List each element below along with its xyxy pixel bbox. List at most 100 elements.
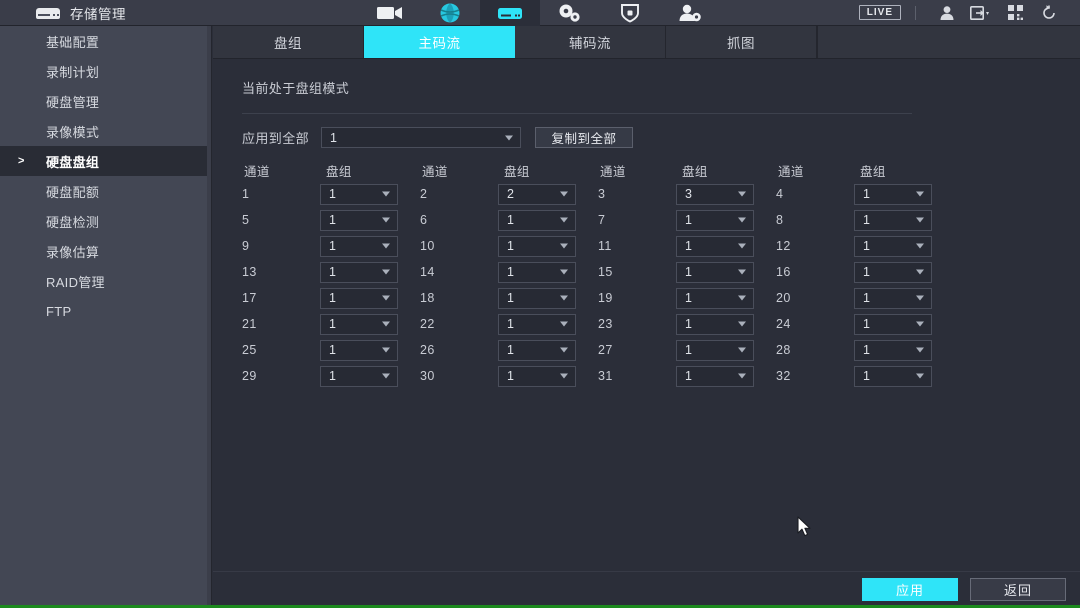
divider (915, 5, 916, 20)
chevron-down-icon (382, 321, 390, 327)
chevron-down-icon (382, 373, 390, 379)
channel-number: 5 (242, 213, 250, 227)
disk-group-select[interactable]: 1 (498, 287, 576, 309)
disk-group-panel: 当前处于盘组模式 应用到全部 1 复制到全部 通道 盘组 通道 盘组 通道 盘组… (213, 78, 1080, 389)
disk-group-cell: 1 (320, 209, 420, 231)
chevron-down-icon (916, 373, 924, 379)
disk-group-cell: 1 (498, 209, 598, 231)
disk-group-select[interactable]: 1 (498, 235, 576, 257)
sidebar-item-basic-config[interactable]: 基础配置 (0, 26, 211, 56)
disk-group-select[interactable]: 1 (320, 365, 398, 387)
tab-disk-group[interactable]: 盘组 (213, 26, 364, 58)
disk-group-value: 1 (329, 265, 336, 279)
sidebar-item-record-schedule[interactable]: 录制计划 (0, 56, 211, 86)
chevron-right-icon: > (18, 155, 25, 167)
chevron-down-icon (382, 217, 390, 223)
sidebar-item-disk-manager[interactable]: 硬盘管理 (0, 86, 211, 116)
channel-number: 10 (420, 239, 435, 253)
disk-group-value: 1 (507, 239, 514, 253)
disk-group-select[interactable]: 1 (498, 261, 576, 283)
disk-group-select[interactable]: 2 (498, 183, 576, 205)
sidebar-item-record-mode[interactable]: 录像模式 (0, 116, 211, 146)
disk-group-select[interactable]: 1 (498, 339, 576, 361)
qr-code-icon[interactable] (998, 0, 1032, 26)
disk-group-select[interactable]: 1 (320, 313, 398, 335)
channel-number: 9 (242, 239, 250, 253)
disk-group-select[interactable]: 1 (676, 365, 754, 387)
apply-to-all-select[interactable]: 1 (321, 127, 522, 148)
disk-group-select[interactable]: 1 (854, 261, 932, 283)
tab-bar: 盘组 主码流 辅码流 抓图 (213, 26, 1080, 59)
disk-group-select[interactable]: 1 (676, 261, 754, 283)
disk-group-select[interactable]: 1 (320, 209, 398, 231)
disk-group-select[interactable]: 1 (676, 339, 754, 361)
disk-group-select[interactable]: 1 (676, 313, 754, 335)
disk-group-select[interactable]: 1 (320, 339, 398, 361)
user-icon[interactable] (930, 0, 964, 26)
sidebar-item-ftp[interactable]: FTP (0, 296, 211, 326)
reboot-icon[interactable] (1032, 0, 1066, 26)
disk-group-select[interactable]: 1 (854, 313, 932, 335)
table-body: 1 1 2 2 3 3 4 1 5 1 6 1 7 1 8 1 9 1 10 1 11 1 12 1 13 1 14 1 15 1 16 1 1… (242, 181, 1080, 389)
disk-group-select[interactable]: 1 (854, 235, 932, 257)
disk-group-select[interactable]: 1 (676, 287, 754, 309)
disk-group-select[interactable]: 1 (320, 287, 398, 309)
disk-group-select[interactable]: 1 (854, 287, 932, 309)
chevron-down-icon (916, 347, 924, 353)
disk-group-value: 1 (329, 343, 336, 357)
footer-buttons: 应用 返回 (862, 578, 1066, 601)
disk-group-select[interactable]: 1 (320, 261, 398, 283)
security-shield-icon[interactable] (600, 0, 660, 26)
disk-group-select[interactable]: 1 (854, 183, 932, 205)
chevron-down-icon (738, 373, 746, 379)
disk-group-select[interactable]: 1 (498, 209, 576, 231)
disk-group-select[interactable]: 1 (498, 313, 576, 335)
disk-group-select[interactable]: 1 (854, 209, 932, 231)
sidebar-item-label: 硬盘管理 (46, 94, 100, 110)
apply-button[interactable]: 应用 (862, 578, 958, 601)
disk-group-select[interactable]: 1 (854, 365, 932, 387)
sidebar-item-label: 硬盘配额 (46, 184, 100, 200)
sidebar-item-disk-quota[interactable]: 硬盘配额 (0, 176, 211, 206)
live-badge[interactable]: LIVE (858, 4, 901, 21)
channel-number: 4 (776, 187, 784, 201)
sidebar-item-disk-detect[interactable]: 硬盘检测 (0, 206, 211, 236)
sidebar-scrollbar[interactable] (207, 26, 211, 608)
chevron-down-icon (382, 347, 390, 353)
disk-group-select[interactable]: 1 (320, 235, 398, 257)
disk-group-value: 1 (685, 213, 692, 227)
copy-to-all-button[interactable]: 复制到全部 (535, 127, 634, 148)
system-gears-icon[interactable] (540, 0, 600, 26)
disk-group-value: 1 (863, 187, 870, 201)
chevron-down-icon (738, 321, 746, 327)
sidebar-item-record-estimate[interactable]: 录像估算 (0, 236, 211, 266)
storage-hdd-icon[interactable] (480, 0, 540, 26)
disk-group-select[interactable]: 3 (676, 183, 754, 205)
chevron-down-icon (560, 347, 568, 353)
camera-icon[interactable] (360, 0, 420, 26)
disk-group-select[interactable]: 1 (854, 339, 932, 361)
disk-group-cell: 1 (676, 339, 776, 361)
sidebar-item-disk-group[interactable]: > 硬盘盘组 (0, 146, 211, 176)
disk-group-cell: 1 (854, 183, 954, 205)
tab-sub-stream[interactable]: 辅码流 (515, 26, 666, 58)
disk-group-select[interactable]: 1 (676, 235, 754, 257)
account-user-icon[interactable] (660, 0, 720, 26)
tab-label: 抓图 (727, 36, 755, 51)
sidebar-item-raid-manager[interactable]: RAID管理 (0, 266, 211, 296)
back-button[interactable]: 返回 (970, 578, 1066, 601)
chevron-down-icon (560, 269, 568, 275)
sidebar: 基础配置 录制计划 硬盘管理 录像模式 > 硬盘盘组 硬盘配额 硬盘检测 录像估… (0, 26, 212, 608)
disk-group-select[interactable]: 1 (320, 183, 398, 205)
header-channel: 通道 (600, 164, 626, 179)
table-row: 5 1 6 1 7 1 8 1 (242, 207, 1080, 233)
disk-group-select[interactable]: 1 (498, 365, 576, 387)
tab-snapshot[interactable]: 抓图 (666, 26, 817, 58)
disk-group-value: 1 (507, 291, 514, 305)
tab-main-stream[interactable]: 主码流 (364, 26, 515, 58)
network-globe-icon[interactable] (420, 0, 480, 26)
disk-group-select[interactable]: 1 (676, 209, 754, 231)
logout-icon[interactable] (964, 0, 998, 26)
disk-group-value: 1 (507, 265, 514, 279)
chevron-down-icon (382, 295, 390, 301)
